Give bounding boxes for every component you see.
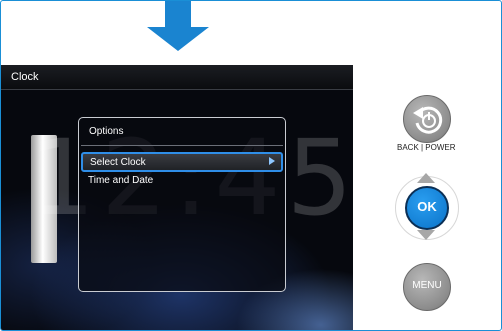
back-power-label: BACK | POWER	[397, 143, 456, 152]
options-dialog: Options Select Clock Time and Date	[78, 117, 286, 292]
down-arrow-icon	[147, 1, 209, 51]
ok-label: OK	[417, 199, 437, 214]
option-select-clock[interactable]: Select Clock	[81, 152, 283, 172]
screen-title: Clock	[11, 71, 39, 83]
option-label: Select Clock	[90, 157, 146, 168]
up-triangle-icon[interactable]	[417, 173, 435, 183]
menu-button[interactable]: MENU	[403, 263, 451, 311]
option-time-and-date[interactable]: Time and Date	[81, 172, 279, 188]
option-label: Time and Date	[88, 175, 154, 186]
play-icon	[269, 157, 275, 165]
dialog-divider	[81, 145, 283, 146]
device-screen: Clock 12:45 Options Select Clock Time an…	[1, 65, 353, 330]
ok-button[interactable]: OK	[405, 186, 449, 230]
screen-titlebar: Clock	[1, 65, 353, 90]
down-triangle-icon[interactable]	[417, 230, 435, 240]
instruction-frame: Clock 12:45 Options Select Clock Time an…	[0, 0, 502, 331]
menu-label: MENU	[412, 280, 442, 291]
back-power-icon	[413, 106, 443, 134]
options-dialog-title: Options	[89, 126, 124, 137]
back-power-button[interactable]	[403, 95, 451, 143]
